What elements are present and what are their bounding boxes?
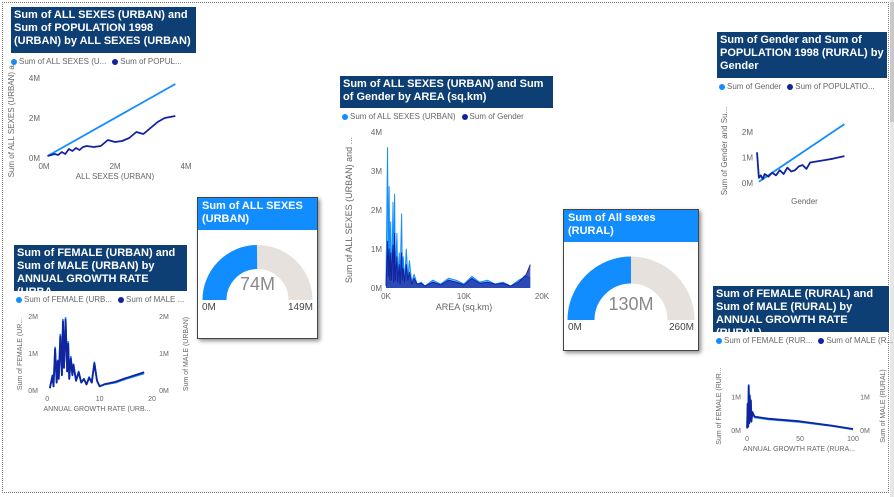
y-tick-label: 2M (29, 114, 40, 123)
legend-entry[interactable]: Sum of FEMALE (RUR... (724, 336, 812, 345)
series-line-1[interactable] (746, 384, 854, 431)
y-tick-label: 4M (371, 128, 382, 137)
line-chart-urban-population[interactable]: 0M2M4M0M 2M 4MALL SEXES (URBAN)Sum of ALL … (7, 59, 200, 188)
y-axis-label: Sum of Gender and Su... (720, 107, 729, 196)
chart-title: Sum of Gender and Sum of POPULATION 1998… (717, 32, 887, 78)
y-tick-label: 2M (28, 314, 38, 321)
gauge-card-urban[interactable]: Sum of ALL SEXES (URBAN) 74M 0M 149M (197, 197, 318, 339)
gauge-title: Sum of All sexes (RURAL) (564, 210, 698, 242)
series-line-2[interactable] (756, 152, 845, 181)
chart-legend: Sum of ALL SEXES (URBAN) Sum of Gender (342, 112, 524, 121)
gauge-max-label: 149M (288, 302, 313, 313)
y2-tick-label: 1M (860, 395, 870, 402)
gauge-max-label: 260M (669, 322, 694, 333)
gauge-min-label: 0M (202, 302, 216, 313)
x-tick-label: 4M (180, 162, 191, 171)
y-tick-label: 1M (28, 351, 38, 358)
gauge-title: Sum of ALL SEXES (URBAN) (198, 198, 317, 230)
y-tick-label: 1M (371, 245, 382, 254)
y-tick-label: 1M (731, 395, 741, 402)
x-tick-label: 2M (109, 162, 120, 171)
gauge-card-rural[interactable]: Sum of All sexes (RURAL) 130M 0M 260M (563, 209, 699, 351)
area-chart-by-area[interactable]: 0M1M2M3M4M0K 10K 20KAREA (sq.km)Sum of ALL… (340, 124, 555, 319)
series-line-1[interactable] (47, 83, 176, 157)
series-line-2[interactable] (47, 115, 176, 157)
chart-legend: Sum of FEMALE (RUR... Sum of MALE (R... (716, 336, 893, 345)
series-line-1[interactable] (385, 147, 531, 287)
chart-legend: Sum of FEMALE (URB... Sum of MALE ... (16, 295, 184, 304)
x-tick-label: 0K (381, 292, 391, 301)
legend-entry[interactable]: Sum of POPUL... (120, 57, 181, 66)
legend-entry[interactable]: Sum of ALL SEXES (U... (19, 57, 106, 66)
legend-entry[interactable]: Sum of POPULATIO... (795, 82, 874, 91)
line-chart-gender-rural[interactable]: 0M 1M 2M Gender Sum of Gender and Su... (717, 95, 882, 210)
x-tick-label: 10K (457, 292, 472, 301)
y2-tick-label: 0M (159, 388, 169, 395)
x-axis-label: ANNUAL GROWTH RATE (URB... (44, 406, 151, 413)
legend-marker-icon (818, 338, 825, 344)
y-tick-label: 1M (742, 153, 753, 162)
gauge-urban[interactable]: 74M 0M 149M (198, 230, 317, 338)
y-tick-label: 0M (731, 428, 741, 435)
y-tick-label: 0M (28, 388, 38, 395)
y-axis-label: Sum of FEMALE (UR... (17, 318, 24, 390)
legend-marker-icon (461, 114, 468, 120)
legend-marker-icon (716, 338, 722, 344)
series-line-2[interactable] (385, 232, 531, 287)
y-tick-label: 4M (29, 74, 40, 83)
scrollbar-thumb[interactable] (890, 2, 894, 122)
y2-tick-label: 0M (860, 428, 870, 435)
legend-marker-icon (16, 297, 22, 303)
chart-legend: Sum of ALL SEXES (U... Sum of POPUL... (11, 57, 182, 66)
x-tick-label: 20 (148, 396, 156, 403)
x-axis-label: ALL SEXES (URBAN) (76, 172, 155, 181)
legend-marker-icon (342, 114, 348, 120)
y2-tick-label: 1M (159, 351, 169, 358)
x-axis-label: AREA (sq.km) (436, 302, 493, 312)
legend-entry[interactable]: Sum of MALE ... (126, 295, 184, 304)
legend-entry[interactable]: Sum of MALE (R... (826, 336, 893, 345)
legend-entry[interactable]: Sum of Gender (727, 82, 781, 91)
chart-title: Sum of ALL SEXES (URBAN) and Sum of Gend… (340, 76, 553, 108)
chart-title: Sum of ALL SEXES (URBAN) and Sum of POPU… (11, 7, 196, 53)
y-tick-label: 0M (742, 179, 753, 188)
x-tick-label: 0M (38, 162, 49, 171)
gauge-min-label: 0M (568, 322, 582, 333)
y2-axis-label: Sum of MALE (URBAN) (183, 317, 190, 391)
vertical-scrollbar[interactable] (890, 0, 894, 497)
chart-title: Sum of FEMALE (URBAN) and Sum of MALE (U… (14, 245, 187, 298)
y-tick-label: 3M (371, 167, 382, 176)
legend-marker-icon (719, 84, 725, 90)
x-tick-label: 50 (796, 436, 804, 443)
chart-title: Sum of FEMALE (RURAL) and Sum of MALE (R… (713, 286, 889, 339)
y-axis-label: Sum of ALL SEXES (URBAN) a... (7, 59, 16, 178)
y-tick-label: 2M (742, 128, 753, 137)
y-tick-label: 2M (371, 206, 382, 215)
line-chart-urban-growth[interactable]: 0M 1M 2M 0M 1M 2M Sum of MALE (URBAN) 0 10 20 ANNU… (14, 306, 194, 418)
legend-marker-icon (787, 84, 794, 90)
legend-entry[interactable]: Sum of Gender (470, 112, 524, 121)
legend-marker-icon (118, 297, 125, 303)
x-tick-label: 100 (847, 436, 859, 443)
x-axis-label: Gender (791, 197, 818, 206)
legend-marker-icon (112, 59, 119, 65)
y2-tick-label: 2M (159, 314, 169, 321)
y-axis-label: Sum of FEMALE (RUR... (716, 367, 723, 444)
x-tick-label: 20K (535, 292, 550, 301)
legend-entry[interactable]: Sum of FEMALE (URB... (24, 295, 112, 304)
chart-legend: Sum of Gender Sum of POPULATIO... (719, 82, 875, 91)
x-tick-label: 0 (45, 396, 49, 403)
gauge-rural[interactable]: 130M 0M 260M (564, 242, 698, 350)
y2-axis-label: Sum of MALE (RURAL) (880, 369, 887, 443)
gauge-value-label: 130M (608, 294, 653, 314)
gauge-value-label: 74M (240, 274, 275, 294)
y-axis-label: Sum of ALL SEXES (URBAN) and ... (344, 137, 354, 283)
legend-entry[interactable]: Sum of ALL SEXES (URBAN) (350, 112, 456, 121)
line-chart-rural-growth[interactable]: 0M 1M 0M 1M Sum of MALE (RURAL) 0 50 100 ANNUAL … (713, 346, 889, 458)
x-tick-label: 0 (745, 436, 749, 443)
x-tick-label: 10 (96, 396, 104, 403)
x-axis-label: ANNUAL GROWTH RATE (RURA... (743, 446, 855, 453)
